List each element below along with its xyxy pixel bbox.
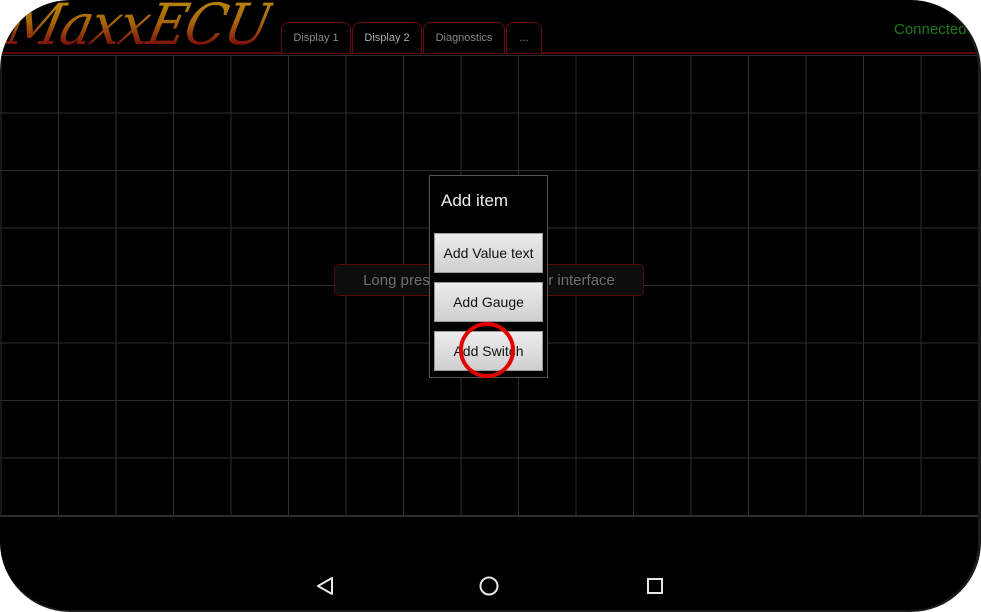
recents-button[interactable] [643, 574, 667, 598]
tab-label: ... [519, 32, 529, 44]
add-gauge-button[interactable]: Add Gauge [434, 282, 543, 322]
maxxecu-logo: MaxxECU [1, 0, 276, 58]
back-icon [317, 577, 333, 595]
tab-diagnostics[interactable]: Diagnostics [423, 22, 505, 53]
dialog-title: Add item [441, 191, 509, 210]
tab-label: Display 2 [364, 32, 410, 44]
display-tabs: Display 1 Display 2 Diagnostics ... [281, 22, 543, 54]
tab-label: Diagnostics [435, 32, 493, 44]
tab-display-2[interactable]: Display 2 [352, 22, 422, 53]
recents-icon [647, 578, 663, 594]
android-nav-bar [0, 560, 978, 610]
tab-more[interactable]: ... [506, 22, 542, 53]
tab-label: Display 1 [293, 32, 339, 44]
connection-status: Connected [894, 21, 967, 38]
add-item-dialog: Add item Add Value text Add Gauge Add Sw… [429, 175, 548, 378]
home-icon [479, 576, 499, 596]
add-value-text-button[interactable]: Add Value text [434, 233, 543, 273]
device-screen: MaxxECU Display 1 Display 2 Diagnostics … [0, 0, 981, 612]
home-button[interactable] [477, 574, 501, 598]
tab-display-1[interactable]: Display 1 [281, 22, 351, 53]
add-switch-button[interactable]: Add Switch [434, 331, 543, 371]
back-button[interactable] [313, 574, 337, 598]
